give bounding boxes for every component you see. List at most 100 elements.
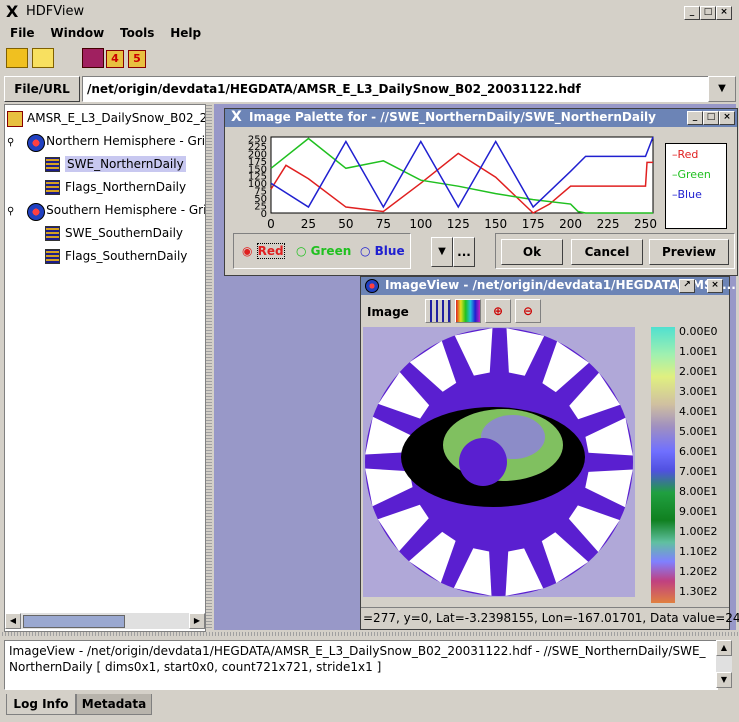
x-tick-label: 200 bbox=[559, 217, 582, 231]
hdf5-icon[interactable]: 5 bbox=[128, 50, 146, 68]
dataset-icon bbox=[45, 180, 60, 195]
globe-icon bbox=[27, 203, 45, 221]
app-title: HDFView bbox=[26, 4, 85, 19]
file-url-dropdown-button[interactable]: ▼ bbox=[708, 76, 736, 102]
open-folder-icon[interactable] bbox=[6, 48, 28, 68]
palette-title: Image Palette for - //SWE_NorthernDaily/… bbox=[249, 110, 656, 124]
hdf4-icon[interactable]: 4 bbox=[106, 50, 124, 68]
legend-blue: –Blue bbox=[672, 188, 702, 201]
menu-window[interactable]: Window bbox=[50, 26, 104, 40]
palette-chart: 0 25 50 75 100 125 150 175 200 225 250025507510012… bbox=[248, 134, 657, 231]
x-tick-label: 175 bbox=[522, 217, 545, 231]
y-tick-label: 250 bbox=[248, 134, 267, 145]
preview-button[interactable]: Preview bbox=[649, 239, 729, 265]
x-tick-label: 225 bbox=[597, 217, 620, 231]
scroll-right-button[interactable]: ▶ bbox=[189, 613, 205, 629]
color-scale-label: 9.00E1 bbox=[679, 505, 718, 518]
radio-red[interactable]: ◉ Red bbox=[242, 243, 285, 259]
scroll-thumb[interactable] bbox=[23, 615, 125, 628]
expand-handle-icon[interactable]: ⚲ bbox=[7, 206, 14, 217]
tab-metadata[interactable]: Metadata bbox=[76, 694, 152, 715]
open-file-icon[interactable] bbox=[32, 48, 54, 68]
x-tick-label: 25 bbox=[301, 217, 316, 231]
minimize-button[interactable]: _ bbox=[684, 6, 700, 20]
tree-group-label: Southern Hemisphere - Grid bbox=[46, 203, 206, 217]
color-scale-label: 7.00E1 bbox=[679, 465, 718, 478]
tree-item-label: Flags_SouthernDaily bbox=[65, 249, 188, 263]
x-tick-label: 100 bbox=[409, 217, 432, 231]
x-tick-label: 75 bbox=[376, 217, 391, 231]
tree-root[interactable]: AMSR_E_L3_DailySnow_B02_2 bbox=[7, 111, 205, 127]
cancel-button[interactable]: Cancel bbox=[571, 239, 643, 265]
close-button[interactable]: × bbox=[719, 111, 735, 125]
scroll-left-button[interactable]: ◀ bbox=[5, 613, 21, 629]
snow-image[interactable] bbox=[363, 327, 635, 597]
scroll-up-button[interactable]: ▲ bbox=[716, 640, 732, 656]
close-button[interactable]: × bbox=[707, 279, 723, 293]
radio-green[interactable]: ○ Green bbox=[296, 244, 351, 258]
palette-legend: –Red –Green –Blue bbox=[665, 143, 727, 229]
horizontal-splitter[interactable] bbox=[0, 632, 739, 636]
legend-red: –Red bbox=[672, 148, 699, 161]
x-tick-label: 125 bbox=[447, 217, 470, 231]
menu-help[interactable]: Help bbox=[170, 26, 201, 40]
image-view-window: ImageView - /net/origin/devdata1/HEGDATA… bbox=[360, 276, 739, 630]
dataset-icon bbox=[45, 249, 60, 264]
tree-item-flags-northern[interactable]: Flags_NorthernDaily bbox=[45, 180, 187, 195]
maximize-button[interactable]: □ bbox=[703, 111, 719, 125]
vertical-splitter[interactable] bbox=[206, 104, 212, 630]
tree-item-swe-southern[interactable]: SWE_SouthernDaily bbox=[45, 226, 183, 241]
image-menu[interactable]: Image bbox=[367, 305, 409, 319]
legend-green: –Green bbox=[672, 168, 711, 181]
menu-bar: File Window Tools Help bbox=[10, 26, 213, 42]
menu-file[interactable]: File bbox=[10, 26, 35, 40]
color-scale-label: 1.00E1 bbox=[679, 345, 718, 358]
tree-group-southern[interactable]: ⚲ Southern Hemisphere - Grid bbox=[7, 203, 206, 221]
log-text-area[interactable]: ImageView - /net/origin/devdata1/HEGDATA… bbox=[4, 640, 718, 690]
tree-pane: AMSR_E_L3_DailySnow_B02_2 ⚲ Northern Hem… bbox=[4, 104, 206, 632]
toolbar: 4 5 bbox=[4, 46, 154, 72]
palette-more-button[interactable]: ... bbox=[453, 237, 475, 267]
ok-button[interactable]: Ok bbox=[501, 239, 563, 265]
palette-icon[interactable] bbox=[455, 299, 481, 323]
color-radio-group: ◉ Red ○ Green ○ Blue bbox=[233, 233, 411, 269]
image-status-bar: =277, y=0, Lat=-3.2398155, Lon=-167.0170… bbox=[361, 607, 739, 628]
file-url-button[interactable]: File/URL bbox=[4, 76, 80, 102]
zoom-in-icon[interactable]: ⊕ bbox=[485, 299, 511, 323]
tree-group-northern[interactable]: ⚲ Northern Hemisphere - Grid bbox=[7, 134, 205, 152]
scroll-down-button[interactable]: ▼ bbox=[716, 672, 732, 688]
x-tick-label: 250 bbox=[634, 217, 657, 231]
menu-tools[interactable]: Tools bbox=[120, 26, 154, 40]
color-scale-labels: 0.00E0 1.00E1 2.00E1 3.00E1 4.00E1 5.00E1 6.00… bbox=[679, 325, 729, 605]
expand-handle-icon[interactable]: ⚲ bbox=[7, 137, 14, 148]
book-icon[interactable] bbox=[82, 48, 104, 68]
dataset-icon bbox=[45, 226, 60, 241]
close-button[interactable]: × bbox=[716, 6, 732, 20]
x-tick-label: 150 bbox=[484, 217, 507, 231]
tab-log-info[interactable]: Log Info bbox=[6, 694, 76, 715]
tree-item-flags-southern[interactable]: Flags_SouthernDaily bbox=[45, 249, 188, 264]
file-url-input[interactable]: /net/origin/devdata1/HEGDATA/AMSR_E_L3_D… bbox=[82, 76, 710, 102]
radio-blue[interactable]: ○ Blue bbox=[360, 244, 405, 258]
tree-item-label: SWE_NorthernDaily bbox=[65, 156, 186, 172]
histogram-icon[interactable] bbox=[425, 299, 451, 323]
palette-dialog: X Image Palette for - //SWE_NorthernDail… bbox=[224, 108, 738, 276]
color-scale-label: 3.00E1 bbox=[679, 385, 718, 398]
color-scale-bar bbox=[651, 327, 675, 603]
color-scale-label: 5.00E1 bbox=[679, 425, 718, 438]
globe-icon bbox=[365, 279, 379, 293]
tree-item-swe-northern[interactable]: SWE_NorthernDaily bbox=[45, 156, 186, 172]
palette-select-dropdown[interactable]: ▼ bbox=[431, 237, 453, 267]
dataset-icon bbox=[45, 157, 60, 172]
zoom-out-icon[interactable]: ⊖ bbox=[515, 299, 541, 323]
hdf4-file-icon bbox=[7, 111, 23, 127]
x-logo-icon: X bbox=[6, 2, 19, 21]
maximize-button[interactable]: □ bbox=[700, 6, 716, 20]
color-scale-label: 6.00E1 bbox=[679, 445, 718, 458]
tree-horizontal-scrollbar[interactable]: ◀ ▶ bbox=[5, 613, 205, 629]
tree-item-label: Flags_NorthernDaily bbox=[65, 180, 187, 194]
minimize-button[interactable]: _ bbox=[687, 111, 703, 125]
color-scale-label: 4.00E1 bbox=[679, 405, 718, 418]
log-vertical-scrollbar[interactable]: ▲ ▼ bbox=[716, 640, 732, 688]
detach-button[interactable]: ↗ bbox=[679, 279, 695, 293]
